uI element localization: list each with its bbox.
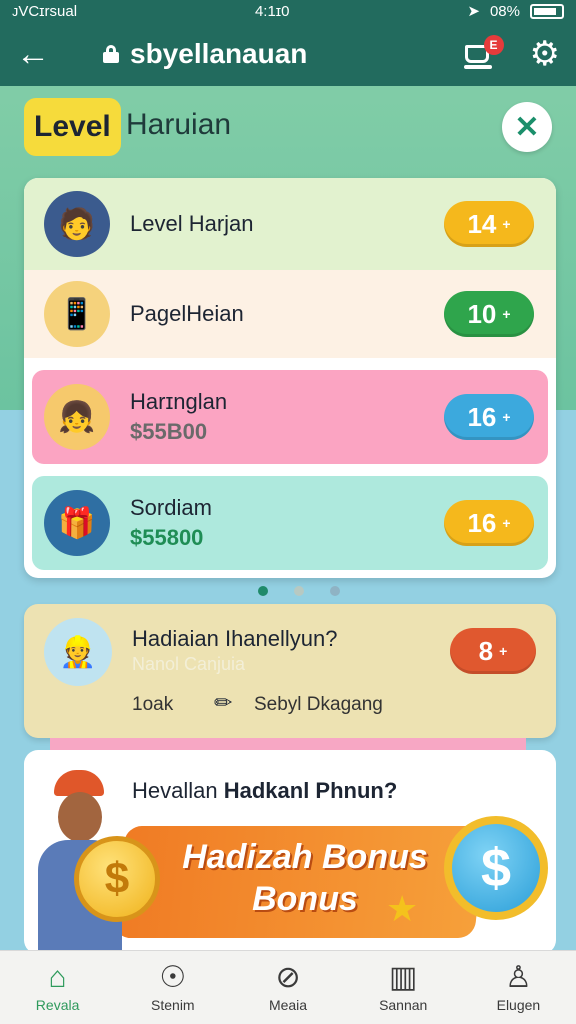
back-arrow-icon[interactable]: ←: [16, 35, 60, 74]
list-item[interactable]: 📱 PagelHeian 10 +: [24, 270, 556, 358]
level-chip: Level: [24, 98, 121, 156]
item-price: $55B00: [130, 419, 208, 444]
chat-icon: ☉: [159, 960, 187, 994]
avatar: 👷: [44, 618, 112, 686]
nav-item-meaia[interactable]: ⊘ Meaia: [230, 951, 345, 1024]
value-pill-button[interactable]: 16 +: [444, 394, 534, 440]
pill-value: 10: [467, 298, 497, 329]
nav-label: Sannan: [379, 996, 428, 1013]
avatar: 🎁: [44, 490, 110, 556]
nav-item-revala[interactable]: ⌂ Revala: [0, 951, 115, 1024]
page-dot[interactable]: [330, 586, 340, 596]
pill-value: 16: [467, 507, 497, 538]
promo-subtitle: Nanol Canjuia: [132, 654, 246, 674]
bonus-card[interactable]: Hevallan Hadkanl Phnun? Hadizah Bonus Bo…: [24, 750, 556, 954]
gear-icon[interactable]: ⚙: [530, 37, 560, 71]
value-pill-button[interactable]: 10 +: [444, 291, 534, 337]
level-list-card: 🧑 Level Harjan 14 + 📱 PagelHeian 10 + 👧 Ha…: [24, 178, 556, 578]
page-indicator[interactable]: [258, 586, 340, 596]
page-dot[interactable]: [294, 586, 304, 596]
nav-item-stenim[interactable]: ☉ Stenim: [115, 951, 230, 1024]
nav-label: Revala: [35, 996, 80, 1013]
nav-label: Meaia: [268, 996, 308, 1013]
value-pill-button[interactable]: 8 +: [450, 628, 536, 674]
value-pill-button[interactable]: 14 +: [444, 201, 534, 247]
close-icon: ✕: [514, 110, 540, 144]
item-name: Sordiam: [130, 495, 212, 520]
bonus-heading: Hevallan Hadkanl Phnun?: [132, 778, 397, 804]
bonus-heading-prefix: Hevallan: [132, 778, 224, 803]
profile-icon: ♙: [504, 960, 532, 994]
list-item[interactable]: 👧 Harɪnglan $55B00 16 +: [32, 370, 548, 464]
bonus-line-1: Hadizah Bonus: [182, 838, 428, 876]
plus-icon: +: [502, 409, 511, 425]
promo-count: 1oak: [132, 694, 174, 715]
item-price: $55800: [130, 525, 204, 550]
avatar: 🧑: [44, 191, 110, 257]
status-right: ➤ 08%: [467, 2, 564, 20]
app-bar: ← sbyellanauan E ⚙: [0, 22, 576, 86]
clock: 4:1ɪ0: [254, 2, 290, 20]
list-item[interactable]: 🧑 Level Harjan 14 +: [24, 178, 556, 270]
nav-label: Elugen: [496, 996, 541, 1013]
plus-icon: +: [499, 643, 508, 659]
list-item[interactable]: 🎁 Sordiam $55800 16 +: [32, 476, 548, 570]
pencil-icon: ✏: [214, 690, 233, 715]
bottom-nav: ⌂ Revala ☉ Stenim ⊘ Meaia ▥ Sannan ♙ Elu…: [0, 950, 576, 1024]
gold-coin-icon: $: [74, 836, 160, 922]
pill-value: 16: [467, 401, 497, 432]
avatar: 📱: [44, 281, 110, 347]
clock-icon: ⊘: [275, 960, 301, 994]
close-button[interactable]: ✕: [502, 102, 552, 152]
cart-button[interactable]: E: [462, 35, 504, 71]
carrier-label: ᴊVCɪrsual: [12, 2, 78, 20]
star-icon: ★: [386, 888, 419, 929]
location-icon: ➤: [467, 3, 480, 20]
battery-icon: [530, 3, 564, 19]
value-pill-button[interactable]: 16 +: [444, 500, 534, 546]
battery-percent: 08%: [489, 2, 520, 20]
page-dot-active[interactable]: [258, 586, 268, 596]
cart-badge: E: [483, 35, 504, 55]
promo-tag: Sebyl Dkagang: [254, 694, 383, 715]
pill-value: 8: [478, 635, 494, 666]
bonus-heading-bold: Hadkanl Phnun?: [223, 778, 398, 803]
item-name: PagelHeian: [130, 301, 244, 326]
pill-value: 14: [467, 208, 497, 239]
promo-title: Hadiaian Ihanellyun?: [132, 626, 338, 651]
blue-coin-icon: $: [444, 816, 548, 920]
app-title: sbyellanauan: [130, 38, 308, 69]
nav-item-elugen[interactable]: ♙ Elugen: [461, 951, 576, 1024]
page-title: Haruian: [126, 108, 232, 141]
item-name: Level Harjan: [130, 211, 254, 236]
nav-item-sannan[interactable]: ▥ Sannan: [346, 951, 461, 1024]
plus-icon: +: [502, 216, 511, 232]
plus-icon: +: [502, 515, 511, 531]
plus-icon: +: [502, 306, 511, 322]
avatar: 👧: [44, 384, 110, 450]
home-icon: ⌂: [48, 960, 67, 994]
lock-icon: [102, 45, 120, 63]
promo-card[interactable]: 👷 Hadiaian Ihanellyun? Nanol Canjuia 1oa…: [24, 604, 556, 738]
status-bar: ᴊVCɪrsual 4:1ɪ0 ➤ 08%: [0, 0, 576, 22]
item-name: Harɪnglan: [130, 389, 228, 414]
nav-label: Stenim: [151, 996, 195, 1013]
book-icon: ▥: [389, 960, 418, 994]
